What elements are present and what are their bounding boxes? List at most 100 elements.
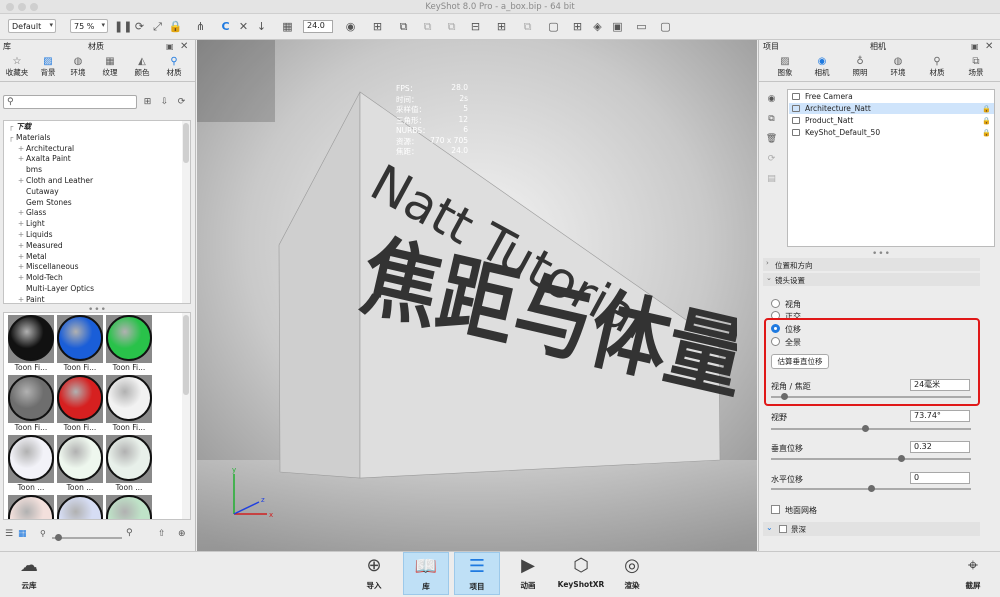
tree-item[interactable]: Multi-Layer Optics [4, 284, 190, 295]
tab-colors[interactable]: ◭ 颜色 [130, 55, 154, 81]
expand-icon[interactable]: + [16, 262, 26, 273]
tree-item[interactable]: + Axalta Paint [4, 154, 190, 165]
detach-icon[interactable]: ▣ [166, 41, 174, 53]
expand-icon[interactable]: + [16, 176, 26, 187]
material-swatch[interactable] [57, 435, 103, 483]
workspace-select[interactable]: Default ▾ [8, 19, 56, 33]
tab-materials[interactable]: ⚲ 材质 [160, 55, 188, 81]
section-dof[interactable]: ⌄ 景深 [763, 522, 980, 536]
focal-field[interactable]: 24毫米 [910, 379, 970, 391]
tab-material[interactable]: ⚲ 材质 [925, 55, 949, 81]
cpu-field[interactable]: 24.0 [303, 20, 333, 33]
cloud-library-button[interactable]: ☁ 云库 [8, 552, 50, 595]
expand-icon[interactable]: + [16, 252, 26, 263]
zoom-in-icon[interactable]: ⚲ [126, 528, 133, 538]
close-icon[interactable]: ✕ [985, 41, 993, 53]
animation-button[interactable]: ▶ 动画 [507, 552, 549, 595]
hshift-slider[interactable] [771, 485, 971, 492]
radio-perspective[interactable] [771, 299, 780, 308]
zoom-select[interactable]: 75 % ▾ [70, 19, 108, 33]
save-icon[interactable]: ⊞ [570, 19, 585, 34]
tree-item[interactable]: ┌ 下载 [4, 122, 190, 133]
geometry-icon[interactable]: ⊞ [370, 19, 385, 34]
tree-item[interactable]: + Paint [4, 295, 190, 303]
cloud-download-icon[interactable]: ⇩ [157, 95, 172, 110]
material-swatch[interactable] [106, 495, 152, 519]
slider-knob[interactable] [55, 534, 62, 541]
estimate-shift-button[interactable]: 估算垂直位移 [771, 354, 829, 369]
import-button[interactable]: ⊕ 导入 [353, 552, 395, 595]
library-button[interactable]: 📖 库 [403, 552, 449, 595]
tab-favorites[interactable]: ☆ 收藏夹 [4, 55, 30, 81]
tree-item[interactable]: + Light [4, 219, 190, 230]
material-swatch[interactable] [106, 435, 152, 483]
expand-icon[interactable]: ⤢ [150, 19, 165, 34]
material-swatch[interactable] [8, 495, 54, 519]
material-swatch[interactable] [106, 315, 152, 363]
tab-camera[interactable]: ◉ 相机 [810, 55, 834, 81]
render-region-icon[interactable]: ⧉ [520, 19, 535, 34]
thumbnail-size-slider[interactable] [52, 534, 122, 541]
fit-icon[interactable]: ✕ [236, 19, 251, 34]
tree-item[interactable]: Gem Stones [4, 198, 190, 209]
scene-icon[interactable]: ⧉ [396, 19, 411, 34]
tree-item[interactable]: bms [4, 165, 190, 176]
tab-textures[interactable]: ▦ 纹理 [98, 55, 122, 81]
radio-shift[interactable] [771, 324, 780, 333]
material-swatch[interactable] [57, 315, 103, 363]
expand-icon[interactable]: + [16, 241, 26, 252]
refresh-icon[interactable]: ⟳ [174, 95, 189, 110]
material-swatch[interactable] [8, 375, 54, 423]
network-icon[interactable]: ⋔ [193, 19, 208, 34]
node-icon[interactable]: ⧉ [444, 19, 459, 34]
vshift-field[interactable]: 0.32 [910, 441, 970, 453]
expand-icon[interactable]: + [16, 230, 26, 241]
download-icon[interactable]: ↓ [254, 19, 269, 34]
tab-environment[interactable]: ◍ 环境 [886, 55, 910, 81]
tree-item[interactable]: ┌ Materials [4, 133, 190, 144]
camera-list-item[interactable]: Architecture_Natt 🔒 [789, 103, 994, 114]
upload-icon[interactable]: ⇧ [158, 529, 166, 539]
scroll-thumb[interactable] [183, 315, 189, 395]
render-viewport[interactable]: FPS： 28.0 时间： 2s 采样值： 5 三角形： 12 NURBS： 6 资源： 770 x … [197, 40, 757, 551]
add-icon[interactable]: ⊕ [178, 529, 186, 539]
camera-list-item[interactable]: Free Camera [789, 91, 994, 102]
pause-icon[interactable]: ❚❚ [114, 19, 132, 34]
camera-list-item[interactable]: Product_Natt 🔒 [789, 115, 994, 126]
section-lens[interactable]: ⌄ 镜头设置 [763, 273, 980, 286]
screenshot-button[interactable]: ⌖ 截屏 [952, 552, 994, 595]
expand-icon[interactable]: + [16, 144, 26, 155]
material-swatch[interactable] [57, 495, 103, 519]
tree-item[interactable]: + Architectural [4, 144, 190, 155]
save-view-icon[interactable]: ▤ [764, 172, 779, 187]
refresh-icon[interactable]: ⟳ [132, 19, 147, 34]
expand-icon[interactable]: + [16, 273, 26, 284]
keyshotxr-button[interactable]: ⬡ KeyShotXR [555, 552, 607, 595]
expand-icon[interactable]: + [16, 295, 26, 303]
lock-icon[interactable]: 🔒 [982, 104, 991, 115]
tab-backgrounds[interactable]: ▨ 背景 [36, 55, 60, 81]
tab-lighting[interactable]: ♁ 照明 [848, 55, 872, 81]
tab-image[interactable]: ▨ 图象 [773, 55, 797, 81]
reset-icon[interactable]: ⟳ [764, 152, 779, 167]
slider-knob[interactable] [868, 485, 875, 492]
monitor-icon[interactable]: ▭ [634, 19, 649, 34]
tree-item[interactable]: + Cloth and Leather [4, 176, 190, 187]
fov-field[interactable]: 73.74° [910, 410, 970, 422]
lock-icon[interactable]: 🔒 [982, 116, 991, 127]
project-button[interactable]: ☰ 项目 [454, 552, 500, 595]
fov-slider[interactable] [771, 425, 971, 432]
lock-icon[interactable]: 🔒 [982, 128, 991, 139]
section-position[interactable]: › 位置和方向 [763, 258, 980, 271]
tree-item[interactable]: + Glass [4, 208, 190, 219]
dof-checkbox[interactable] [779, 525, 787, 533]
tree-item[interactable]: Cutaway [4, 187, 190, 198]
library-search-input[interactable]: ⚲ [3, 95, 137, 109]
lock-icon[interactable]: 🔒 [168, 19, 183, 34]
camera-list-item[interactable]: KeyShot_Default_50 🔒 [789, 127, 994, 138]
tree-item[interactable]: + Miscellaneous [4, 262, 190, 273]
box-icon[interactable]: ▣ [610, 19, 625, 34]
tab-scene[interactable]: ⧉ 场景 [964, 55, 988, 81]
focal-slider[interactable] [771, 393, 971, 400]
screen-icon[interactable]: ▢ [658, 19, 673, 34]
